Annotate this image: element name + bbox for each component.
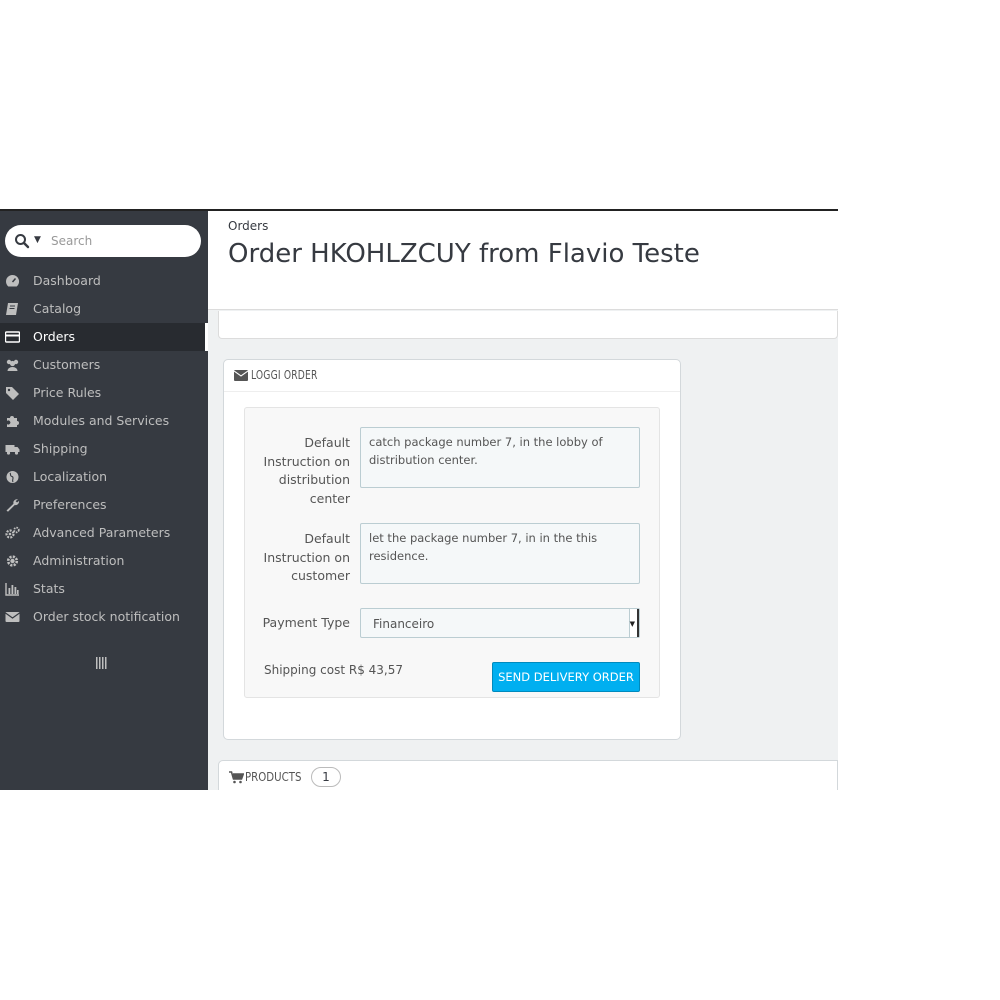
tags-icon: [6, 387, 19, 400]
bar-chart-icon: [5, 583, 19, 596]
sidebar-item-label: Administration: [33, 553, 125, 568]
payment-type-label: Payment Type: [262, 615, 350, 630]
select-arrow-box[interactable]: ▼: [629, 609, 639, 637]
shopping-cart-icon: [229, 771, 244, 784]
products-count-badge: 1: [311, 767, 341, 787]
caret-down-icon[interactable]: ▼: [34, 235, 41, 245]
envelope-icon: [5, 612, 20, 622]
products-panel: PRODUCTS 1: [218, 760, 838, 790]
cogs-icon: [5, 526, 20, 539]
sidebar-item-label: Advanced Parameters: [33, 525, 171, 540]
gear-icon: [6, 555, 19, 567]
search-icon[interactable]: [14, 233, 30, 249]
caret-down-icon: ▼: [629, 620, 635, 628]
sidebar-item-modules[interactable]: Modules and Services: [0, 407, 208, 435]
sidebar-item-label: Preferences: [33, 497, 107, 512]
sidebar-item-label: Catalog: [33, 301, 82, 316]
credit-card-icon: [5, 331, 20, 343]
truck-icon: [5, 445, 20, 455]
sidebar-item-label: Customers: [33, 357, 101, 372]
admin-app: ▼ Dashboard Catalog Orders Customers: [0, 209, 838, 790]
sidebar-item-stats[interactable]: Stats: [0, 575, 208, 603]
sidebar-item-localization[interactable]: Localization: [0, 463, 208, 491]
sidebar-item-label: Orders: [33, 329, 76, 344]
users-icon: [6, 359, 19, 371]
dashboard-icon: [6, 274, 20, 287]
sidebar-item-catalog[interactable]: Catalog: [0, 295, 208, 323]
page-header: Orders Order HKOHLZCUY from Flavio Teste: [208, 211, 838, 310]
collapse-menu-icon[interactable]: [95, 656, 109, 670]
search-input[interactable]: [51, 231, 191, 251]
send-delivery-order-button[interactable]: SEND DELIVERY ORDER: [492, 662, 640, 692]
payment-type-select[interactable]: Financeiro ▼: [360, 608, 640, 638]
products-title: PRODUCTS: [245, 770, 302, 784]
panel-title: LOGGI ORDER: [251, 368, 318, 382]
customer-instruction-textarea[interactable]: let the package number 7, in in the this…: [360, 523, 640, 584]
sidebar-item-label: Localization: [33, 469, 108, 484]
sidebar-item-label: Price Rules: [33, 385, 102, 400]
sidebar-item-label: Order stock notification: [33, 609, 180, 624]
sidebar-item-price-rules[interactable]: Price Rules: [0, 379, 208, 407]
book-icon: [6, 303, 18, 315]
wrench-icon: [6, 499, 20, 512]
sidebar-item-administration[interactable]: Administration: [0, 547, 208, 575]
envelope-icon: [234, 370, 248, 381]
breadcrumb-orders[interactable]: Orders: [228, 219, 268, 233]
sidebar-item-shipping[interactable]: Shipping: [0, 435, 208, 463]
panel-heading: LOGGI ORDER: [224, 360, 680, 392]
sidebar-item-label: Modules and Services: [33, 413, 170, 428]
payment-type-value: Financeiro: [373, 617, 435, 631]
globe-icon: [6, 471, 19, 483]
sidebar-menu: Dashboard Catalog Orders Customers Price…: [0, 267, 208, 631]
shipping-cost: Shipping cost R$ 43,57: [264, 663, 404, 677]
sidebar-item-label: Shipping: [33, 441, 88, 456]
page-title: Order HKOHLZCUY from Flavio Teste: [228, 239, 700, 269]
puzzle-icon: [7, 416, 19, 427]
distribution-instruction-textarea[interactable]: catch package number 7, in the lobby of …: [360, 427, 640, 488]
distribution-instruction-label: Default Instruction on distribution cent…: [263, 435, 350, 506]
sidebar: ▼ Dashboard Catalog Orders Customers: [0, 211, 208, 790]
loggi-form: Default Instruction on distribution cent…: [244, 407, 660, 698]
sidebar-item-orders[interactable]: Orders: [0, 323, 208, 351]
sidebar-item-order-stock-notification[interactable]: Order stock notification: [0, 603, 208, 631]
sidebar-item-dashboard[interactable]: Dashboard: [0, 267, 208, 295]
toolbar-strip: [218, 311, 838, 339]
sidebar-item-advanced-parameters[interactable]: Advanced Parameters: [0, 519, 208, 547]
loggi-order-panel: LOGGI ORDER Default Instruction on distr…: [223, 359, 681, 740]
customer-instruction-label: Default Instruction on customer: [263, 531, 350, 583]
sidebar-item-label: Dashboard: [33, 273, 101, 288]
search-box[interactable]: ▼: [5, 225, 201, 257]
sidebar-item-customers[interactable]: Customers: [0, 351, 208, 379]
main-content: Orders Order HKOHLZCUY from Flavio Teste…: [208, 211, 838, 790]
sidebar-item-label: Stats: [33, 581, 65, 596]
sidebar-item-preferences[interactable]: Preferences: [0, 491, 208, 519]
